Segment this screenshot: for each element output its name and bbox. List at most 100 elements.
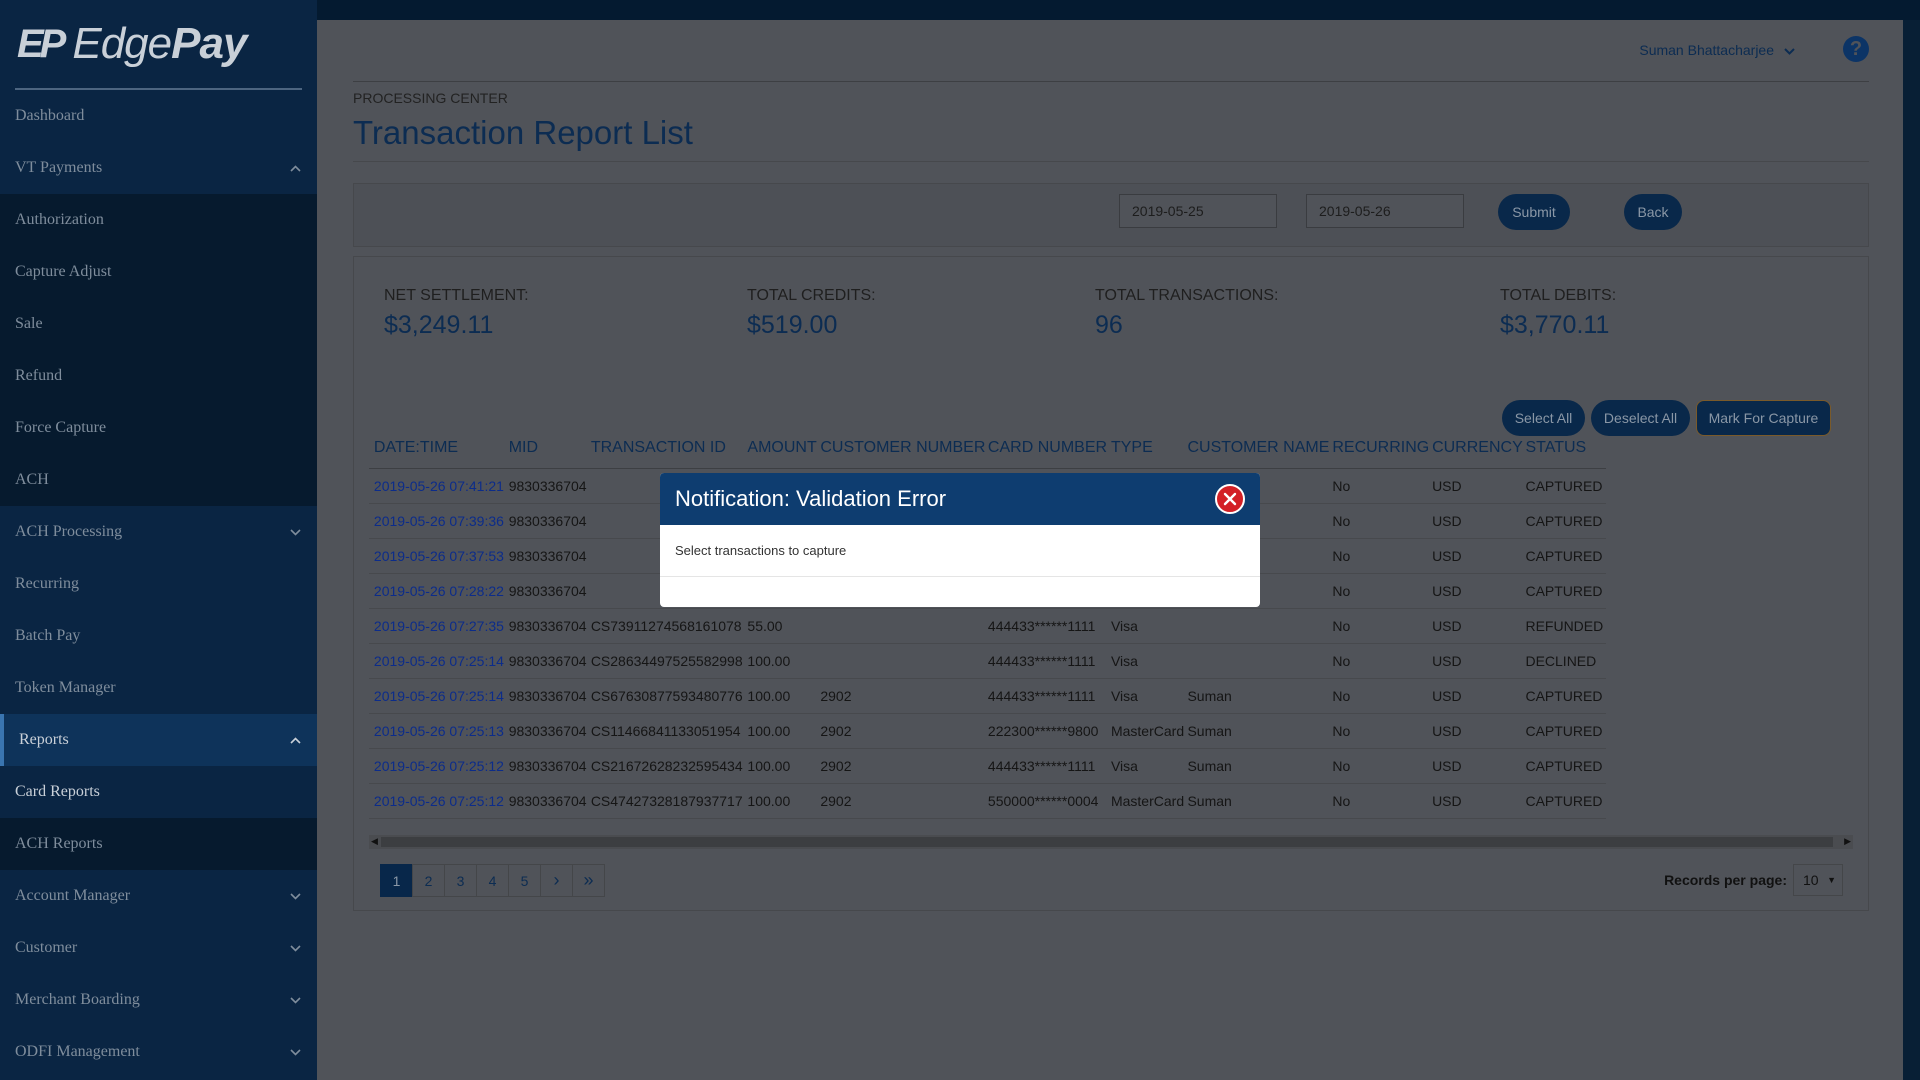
sidebar-item-label: ODFI Management [15,1043,140,1060]
transaction-link[interactable]: 2019-05-26 07:37:53 [373,538,509,574]
column-header[interactable]: RECURRING [1332,428,1433,469]
chevron-down-icon [288,1045,302,1059]
column-header[interactable]: CURRENCY [1432,428,1526,469]
transaction-link[interactable]: 2019-05-26 07:27:35 [373,608,509,644]
horizontal-scrollbar[interactable]: ◀ ▶ [369,835,1853,849]
close-icon[interactable] [1215,484,1245,514]
sidebar-item-refund[interactable]: Refund [0,350,317,402]
start-date-input[interactable]: 2019-05-25 [1119,194,1277,228]
table-cell: Suman [1187,713,1333,749]
column-header[interactable]: MID [508,428,591,469]
table-cell: CS67630877593480776 [590,678,748,714]
table-cell: USD [1432,468,1526,504]
transaction-link[interactable]: 2019-05-26 07:25:13 [373,713,509,749]
table-cell: CAPTURED [1525,748,1606,784]
sidebar-item-vt-payments[interactable]: VT Payments [0,142,317,194]
table-cell: 100.00 [747,643,821,679]
table-cell: 100.00 [747,748,821,784]
user-name: Suman Bhattacharjee [1639,42,1774,58]
sidebar-item-label: Authorization [15,211,104,228]
table-row[interactable]: 2019-05-26 07:25:13 9830336704 CS114668411… [369,713,1606,749]
column-header[interactable]: CARD NUMBER [987,428,1111,469]
scroll-left-icon[interactable]: ◀ [371,836,378,847]
end-date-input[interactable]: 2019-05-26 [1306,194,1464,228]
table-cell: USD [1432,678,1526,714]
sidebar-item-ach[interactable]: ACH [0,454,317,506]
table-cell: USD [1432,608,1526,644]
sidebar-item-label: ACH Reports [15,835,103,852]
sidebar-item-label: Refund [15,367,63,384]
column-header[interactable]: AMOUNT [747,428,821,469]
sidebar-item-ach-reports[interactable]: ACH Reports [0,818,317,870]
sidebar-item-reports[interactable]: Reports [0,714,317,766]
page-2-button[interactable]: 2 [412,864,445,897]
last-page-icon[interactable]: » [572,864,605,897]
table-row[interactable]: 2019-05-26 07:25:12 9830336704 CS216726282… [369,748,1606,784]
scroll-right-icon[interactable]: ▶ [1844,836,1851,847]
transaction-link[interactable]: 2019-05-26 07:25:14 [373,643,509,679]
table-row[interactable]: 2019-05-26 07:25:14 9830336704 CS286344975… [369,643,1606,679]
table-row[interactable]: 2019-05-26 07:25:12 9830336704 CS474273281… [369,783,1606,819]
page-3-button[interactable]: 3 [444,864,477,897]
sidebar-item-ach-processing[interactable]: ACH Processing [0,506,317,558]
submit-button[interactable]: Submit [1498,194,1570,230]
table-row[interactable]: 2019-05-26 07:27:35 9830336704 CS739112745… [369,608,1606,644]
sidebar-item-customer[interactable]: Customer [0,922,317,974]
table-cell: CS73911274568161078 [590,608,748,644]
sidebar-item-label: Force Capture [15,419,107,436]
edgepay-logo[interactable]: EP EdgePay [15,0,302,90]
table-row[interactable]: 2019-05-26 07:25:14 9830336704 CS676308775… [369,678,1606,714]
sidebar-item-capture-adjust[interactable]: Capture Adjust [0,246,317,298]
net-settlement-value: $3,249.11 [384,311,494,339]
scroll-thumb[interactable] [381,837,1833,847]
sidebar-item-odfi-management[interactable]: ODFI Management [0,1026,317,1078]
validation-error-modal: Notification: Validation Error Select tr… [660,473,1260,607]
sidebar-item-account-manager[interactable]: Account Manager [0,870,317,922]
user-menu[interactable]: Suman Bhattacharjee [1639,42,1795,58]
table-cell: 9830336704 [508,783,591,819]
page-4-button[interactable]: 4 [476,864,509,897]
records-per-page-select[interactable]: 10 ▼ [1793,864,1843,896]
sidebar-item-authorization[interactable]: Authorization [0,194,317,246]
total-transactions: TOTAL TRANSACTIONS: 96 [1095,287,1278,340]
back-button[interactable]: Back [1624,194,1682,230]
help-icon[interactable]: ? [1843,36,1869,62]
table-cell: DECLINED [1525,643,1606,679]
column-header[interactable]: CUSTOMER NAME [1187,428,1333,469]
next-page-icon[interactable]: › [540,864,573,897]
table-cell: Visa [1110,643,1188,679]
sidebar-item-dashboard[interactable]: Dashboard [0,90,317,142]
column-header[interactable]: CUSTOMER NUMBER [820,428,988,469]
table-cell: CAPTURED [1525,713,1606,749]
table-cell [1187,643,1333,679]
transaction-link[interactable]: 2019-05-26 07:25:12 [373,783,509,819]
sidebar-item-merchant-boarding[interactable]: Merchant Boarding [0,974,317,1026]
table-cell: 2902 [820,783,988,819]
transaction-link[interactable]: 2019-05-26 07:25:14 [373,678,509,714]
sidebar-item-token-manager[interactable]: Token Manager [0,662,317,714]
column-header[interactable]: DATE:TIME [373,428,509,469]
records-per-page-value: 10 [1803,872,1819,888]
column-header[interactable]: TRANSACTION ID [590,428,748,469]
column-header[interactable]: STATUS [1525,428,1606,469]
sidebar-item-recurring[interactable]: Recurring [0,558,317,610]
transaction-link[interactable]: 2019-05-26 07:28:22 [373,573,509,609]
page-5-button[interactable]: 5 [508,864,541,897]
chevron-down-icon [288,525,302,539]
transaction-link[interactable]: 2019-05-26 07:41:21 [373,468,509,504]
sidebar-item-batch-pay[interactable]: Batch Pay [0,610,317,662]
table-cell: 9830336704 [508,643,591,679]
table-cell: CS47427328187937717 [590,783,748,819]
table-cell: No [1332,538,1433,574]
column-header[interactable]: TYPE [1110,428,1188,469]
sidebar-item-force-capture[interactable]: Force Capture [0,402,317,454]
page-1-button[interactable]: 1 [380,864,413,897]
modal-header: Notification: Validation Error [660,473,1260,525]
sidebar-item-card-reports[interactable]: Card Reports [0,766,317,818]
table-cell: USD [1432,538,1526,574]
table-cell: USD [1432,503,1526,539]
table-cell: CAPTURED [1525,573,1606,609]
sidebar-item-sale[interactable]: Sale [0,298,317,350]
transaction-link[interactable]: 2019-05-26 07:25:12 [373,748,509,784]
transaction-link[interactable]: 2019-05-26 07:39:36 [373,503,509,539]
